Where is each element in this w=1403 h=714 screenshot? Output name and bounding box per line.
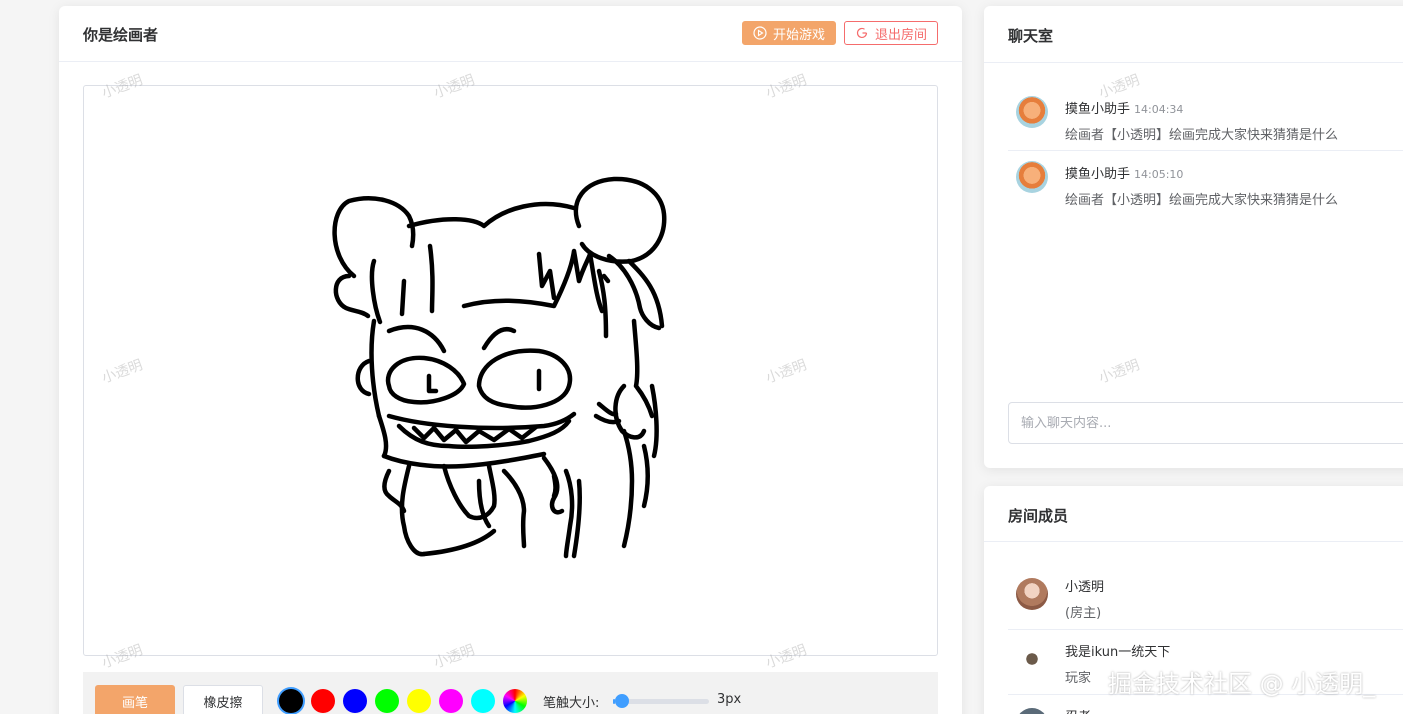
room-members-title: 房间成员 [1008,507,1069,525]
eraser-button-label: 橡皮擦 [203,695,243,711]
message-time: 14:05:10 [1134,168,1184,181]
refresh-left-icon [856,27,868,39]
color-swatch[interactable] [311,689,335,713]
brush-size-label: 笔触大小: [543,696,600,711]
color-swatch[interactable] [343,689,367,713]
message-time: 14:04:34 [1134,103,1184,116]
site-watermark: 掘金技术社区 @ 小透明_ [1108,670,1376,698]
member-name: 忍者 [1065,706,1091,714]
message-author-name: 摸鱼小助手 [1065,167,1131,182]
room-members-header: 房间成员 [984,486,1403,542]
avatar [1016,96,1048,128]
color-swatch[interactable] [375,689,399,713]
chat-panel: 聊天室 摸鱼小助手 14:04:34 绘画者【小透明】绘画完成大家快来猜猜是什么 … [984,6,1403,468]
message-divider [1008,150,1403,151]
drawing-panel-title: 你是绘画者 [83,26,159,44]
message-text: 绘画者【小透明】绘画完成大家快来猜猜是什么 [1065,128,1339,143]
start-game-button[interactable]: 开始游戏 [742,21,836,45]
chat-input[interactable] [1008,402,1403,444]
avatar [1016,161,1048,193]
play-circle-icon [753,26,767,40]
drawing-canvas[interactable] [83,85,938,656]
drawing-panel-header: 你是绘画者 开始游戏 退出房间 [59,6,962,62]
member-name: 小透明 [1065,580,1105,595]
member-role: 玩家 [1065,671,1092,686]
chat-panel-header: 聊天室 [984,6,1403,63]
message-author: 摸鱼小助手 14:04:34 [1065,98,1183,117]
drawing-toolbar: 画笔 橡皮擦 笔触大小: 3px [83,672,938,714]
avatar [1016,643,1048,675]
avatar [1016,578,1048,610]
message-author-name: 摸鱼小助手 [1065,102,1131,117]
brush-size-value: 3px [717,692,742,707]
chat-panel-title: 聊天室 [1008,27,1054,45]
sketch-drawing [332,176,667,559]
start-game-label: 开始游戏 [772,27,825,43]
member-name: 我是ikun一统天下 [1065,645,1171,660]
pen-button[interactable]: 画笔 [95,685,175,714]
avatar [1016,708,1048,714]
member-role: (房主) [1065,606,1102,621]
pen-button-label: 画笔 [121,695,148,711]
eraser-button[interactable]: 橡皮擦 [183,685,263,714]
exit-room-label: 退出房间 [874,27,927,43]
exit-room-button[interactable]: 退出房间 [844,21,938,45]
message-text: 绘画者【小透明】绘画完成大家快来猜猜是什么 [1065,193,1339,208]
color-swatch[interactable] [439,689,463,713]
member-divider [1008,629,1403,630]
color-swatch[interactable] [407,689,431,713]
color-wheel-icon[interactable] [503,689,527,713]
message-author: 摸鱼小助手 14:05:10 [1065,163,1183,182]
color-swatch[interactable] [471,689,495,713]
watermark: 小透明 [1096,357,1142,387]
brush-size-slider-handle[interactable] [614,694,629,708]
drawing-panel: 你是绘画者 开始游戏 退出房间 画笔 橡皮擦 笔触大小: 3px 小透明 小透明… [59,6,962,714]
color-swatch[interactable] [279,689,303,713]
